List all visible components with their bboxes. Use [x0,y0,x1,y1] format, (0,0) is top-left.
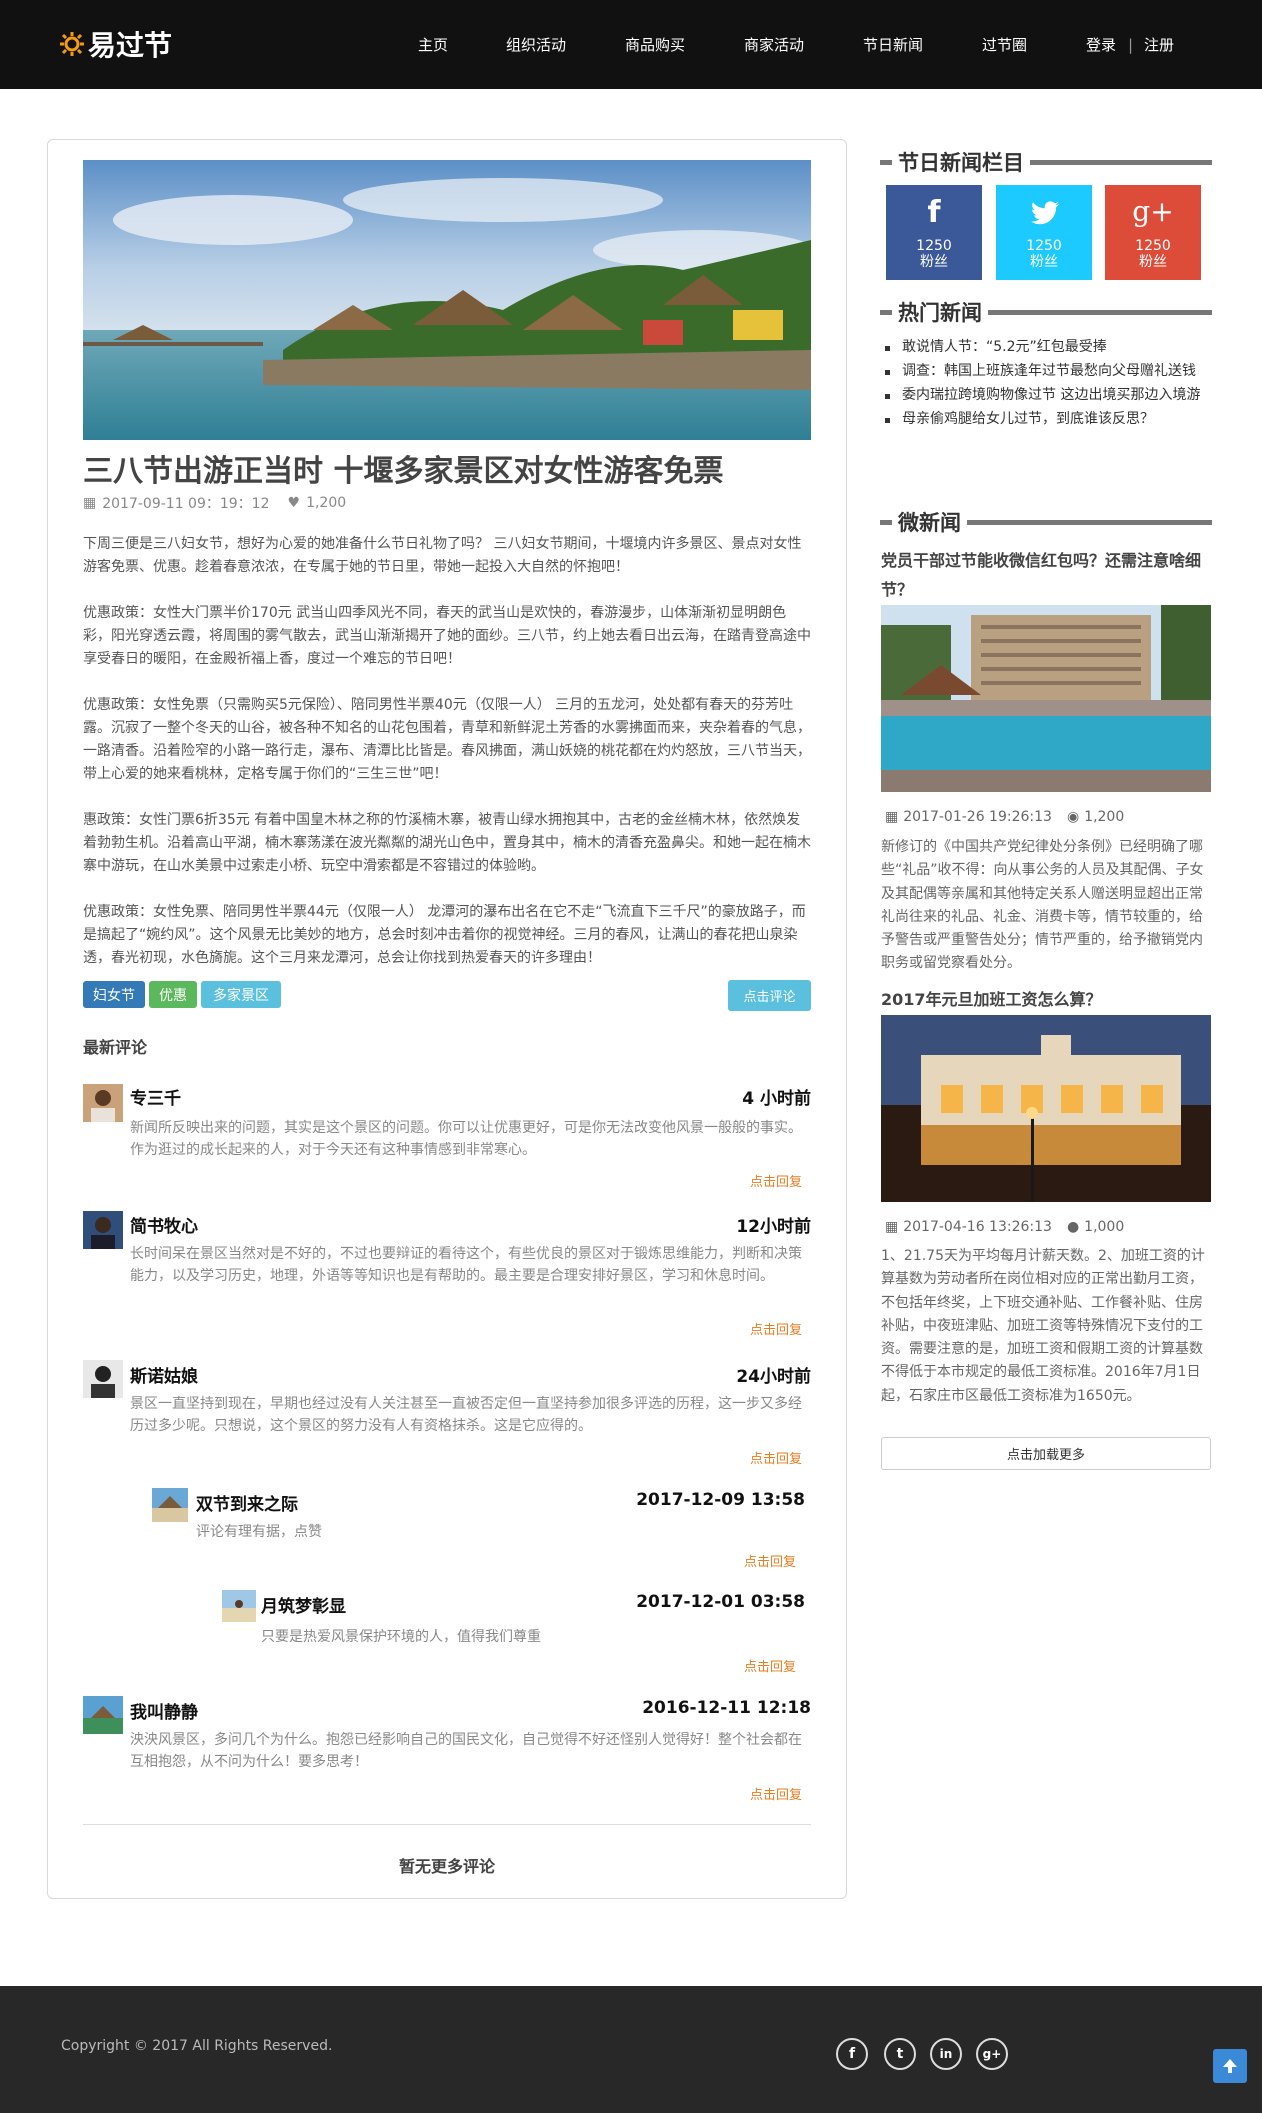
article-likes: 1,200 [306,495,347,511]
nav-item-activities[interactable]: 组织活动 [506,34,566,55]
comment-time: 2016-12-11 12:18 [642,1698,811,1718]
comment-text: 泱泱风景区，多问几个为什么。抱怨已经影响自己的国民文化，自己觉得不好还怪别人觉得… [130,1732,802,1770]
logo[interactable]: 易过节 [60,24,172,64]
micro-news-title[interactable]: 党员干部过节能收微信红包吗？还需注意啥细节？ [881,546,1211,604]
linkedin-icon[interactable]: in [930,2038,962,2070]
reply-button[interactable]: 点击回复 [750,1319,802,1338]
comment-time: 2017-12-01 03:58 [636,1592,805,1612]
eye-icon: ◉ [1066,809,1080,825]
article-paragraph: 优惠政策：女性免票（只需购买5元保险）、陪同男性半票40元（仅限一人） 三月的五… [83,697,811,782]
login-link[interactable]: 登录 [1086,0,1116,89]
avatar [83,1696,123,1734]
article-paragraph: 优惠政策：女性大门票半价170元 武当山四季风光不同，春天的武当山是欢快的，春游… [83,605,811,667]
calendar-icon: ▦ [885,1219,899,1235]
comment-time: 24小时前 [736,1367,811,1387]
nav-item-merchant[interactable]: 商家活动 [744,34,804,55]
reply-button[interactable]: 点击回复 [750,1171,802,1190]
comment-author[interactable]: 专三千 [130,1084,181,1109]
calendar-icon: ▦ [885,809,899,825]
comment-author[interactable]: 双节到来之际 [196,1490,298,1515]
hot-news-list: 敢说情人节：“5.2元”红包最受捧 调查：韩国上班族逢年过节最愁向父母赠礼送钱 … [882,336,1212,432]
google-plus-icon: g+ [1132,195,1174,228]
heart-icon: ♥ [287,495,301,511]
comment-text: 评论有理有据，点赞 [196,1524,322,1540]
reply-button[interactable]: 点击回复 [750,1784,802,1803]
micro-news-title[interactable]: 2017年元旦加班工资怎么算？ [881,985,1211,1014]
comment-time: 2017-12-09 13:58 [636,1490,805,1510]
hot-news-item[interactable]: 调查：韩国上班族逢年过节最愁向父母赠礼送钱 [882,360,1212,383]
avatar [83,1211,123,1249]
nav-separator: | [1128,35,1134,54]
comments-heading: 最新评论 [83,1038,148,1057]
comment-text: 长时间呆在景区当然对是不好的，不过也要辩证的看待这个，有些优良的景区对于锻炼思维… [130,1246,802,1284]
comment-author[interactable]: 斯诺姑娘 [130,1362,198,1387]
comment-button[interactable]: 点击评论 [728,980,811,1011]
tag-womens-day[interactable]: 妇女节 [83,981,145,1008]
micro-news-text: 新修订的《中国共产党纪律处分条例》已经明确了哪些“礼品”收不得：向从事公务的人员… [881,839,1204,972]
comment-time: 12小时前 [736,1217,811,1237]
twitter-followers[interactable]: 1250 粉丝 [996,185,1092,280]
comment-text: 新闻所反映出来的问题，其实是这个景区的问题。你可以让优惠更好，可是你无法改变他风… [130,1120,802,1158]
avatar [83,1084,123,1122]
comment-icon: ● [1066,1219,1080,1235]
hot-news-item[interactable]: 母亲偷鸡腿给女儿过节，到底谁该反思？ [882,408,1212,431]
nav-item-shop[interactable]: 商品购买 [625,34,685,55]
avatar [222,1590,256,1622]
micro-news-text: 1、21.75天为平均每月计薪天数。2、加班工资的计算基数为劳动者所在岗位相对应… [881,1248,1205,1404]
reply-button[interactable]: 点击回复 [750,1448,802,1467]
comments-divider [83,1824,811,1825]
google-plus-icon[interactable]: g+ [976,2038,1008,2070]
facebook-icon[interactable]: f [836,2038,868,2070]
micro-news-image[interactable] [881,1015,1211,1202]
micro-news-image[interactable] [881,605,1211,792]
avatar [152,1488,188,1522]
load-more-button[interactable]: 点击加载更多 [881,1437,1211,1470]
comment-author[interactable]: 我叫静静 [130,1698,198,1723]
article-hero-image [83,160,811,440]
comment-author[interactable]: 月筑梦彰显 [261,1592,346,1617]
sidebar-heading: 微新闻 [880,507,1212,537]
register-link[interactable]: 注册 [1144,0,1174,89]
tag-discount[interactable]: 优惠 [149,981,197,1008]
comment-text: 景区一直坚持到现在，早期也经过没有人关注甚至一直被否定但一直坚持参加很多评选的历… [130,1396,802,1434]
reply-button[interactable]: 点击回复 [744,1656,796,1675]
tag-scenic[interactable]: 多家景区 [201,981,281,1008]
nav-item-news[interactable]: 节日新闻 [863,34,923,55]
reply-button[interactable]: 点击回复 [744,1551,796,1570]
nav-item-circle[interactable]: 过节圈 [982,34,1027,55]
top-nav: 易过节 主页 组织活动 商品购买 商家活动 节日新闻 过节圈 登录 | 注册 [0,0,1262,89]
micro-news-meta: ▦ 2017-01-26 19:26:13 ◉ 1,200 [885,809,1125,825]
logo-text: 易过节 [88,29,173,62]
sun-icon [60,32,84,56]
sidebar-heading: 节日新闻栏目 [880,147,1212,177]
sidebar-heading: 热门新闻 [880,297,1212,327]
hot-news-item[interactable]: 敢说情人节：“5.2元”红包最受捧 [882,336,1212,359]
comment-author[interactable]: 简书牧心 [130,1212,198,1237]
facebook-icon: f [927,195,941,230]
facebook-followers[interactable]: f 1250 粉丝 [886,185,982,280]
article-title: 三八节出游正当时 十堰多家景区对女性游客免票 [83,454,724,489]
copyright: Copyright © 2017 All Rights Reserved. [61,2038,333,2054]
arrow-up-icon [1223,2059,1237,2073]
avatar [83,1360,123,1398]
article-meta: ▦ 2017-09-11 09：19：12 ♥ 1,200 [83,493,346,513]
google-plus-followers[interactable]: g+ 1250 粉丝 [1105,185,1201,280]
article-date: 2017-09-11 09：19：12 [102,496,270,512]
nav-item-home[interactable]: 主页 [418,34,448,55]
comment-text: 只要是热爱风景保护环境的人，值得我们尊重 [261,1629,541,1645]
back-to-top-button[interactable] [1213,2049,1247,2083]
micro-news-meta: ▦ 2017-04-16 13:26:13 ● 1,000 [885,1219,1125,1235]
twitter-icon [1031,201,1059,225]
calendar-icon: ▦ [83,495,97,511]
article-paragraph: 下周三便是三八妇女节，想好为心爱的她准备什么节日礼物了吗？ 三八妇女节期间，十堰… [83,536,802,575]
no-more-comments: 暂无更多评论 [398,1857,495,1876]
comment-time: 4 小时前 [742,1089,811,1109]
twitter-icon[interactable]: t [884,2038,916,2070]
article-paragraph: 惠政策：女性门票6折35元 有着中国皇木林之称的竹溪楠木寨，被青山绿水拥抱其中，… [83,812,811,874]
hot-news-item[interactable]: 委内瑞拉跨境购物像过节 这边出境买那边入境游 [882,384,1212,407]
article-paragraph: 优惠政策：女性免票、陪同男性半票44元（仅限一人） 龙潭河的瀑布出名在它不走“飞… [83,904,806,966]
